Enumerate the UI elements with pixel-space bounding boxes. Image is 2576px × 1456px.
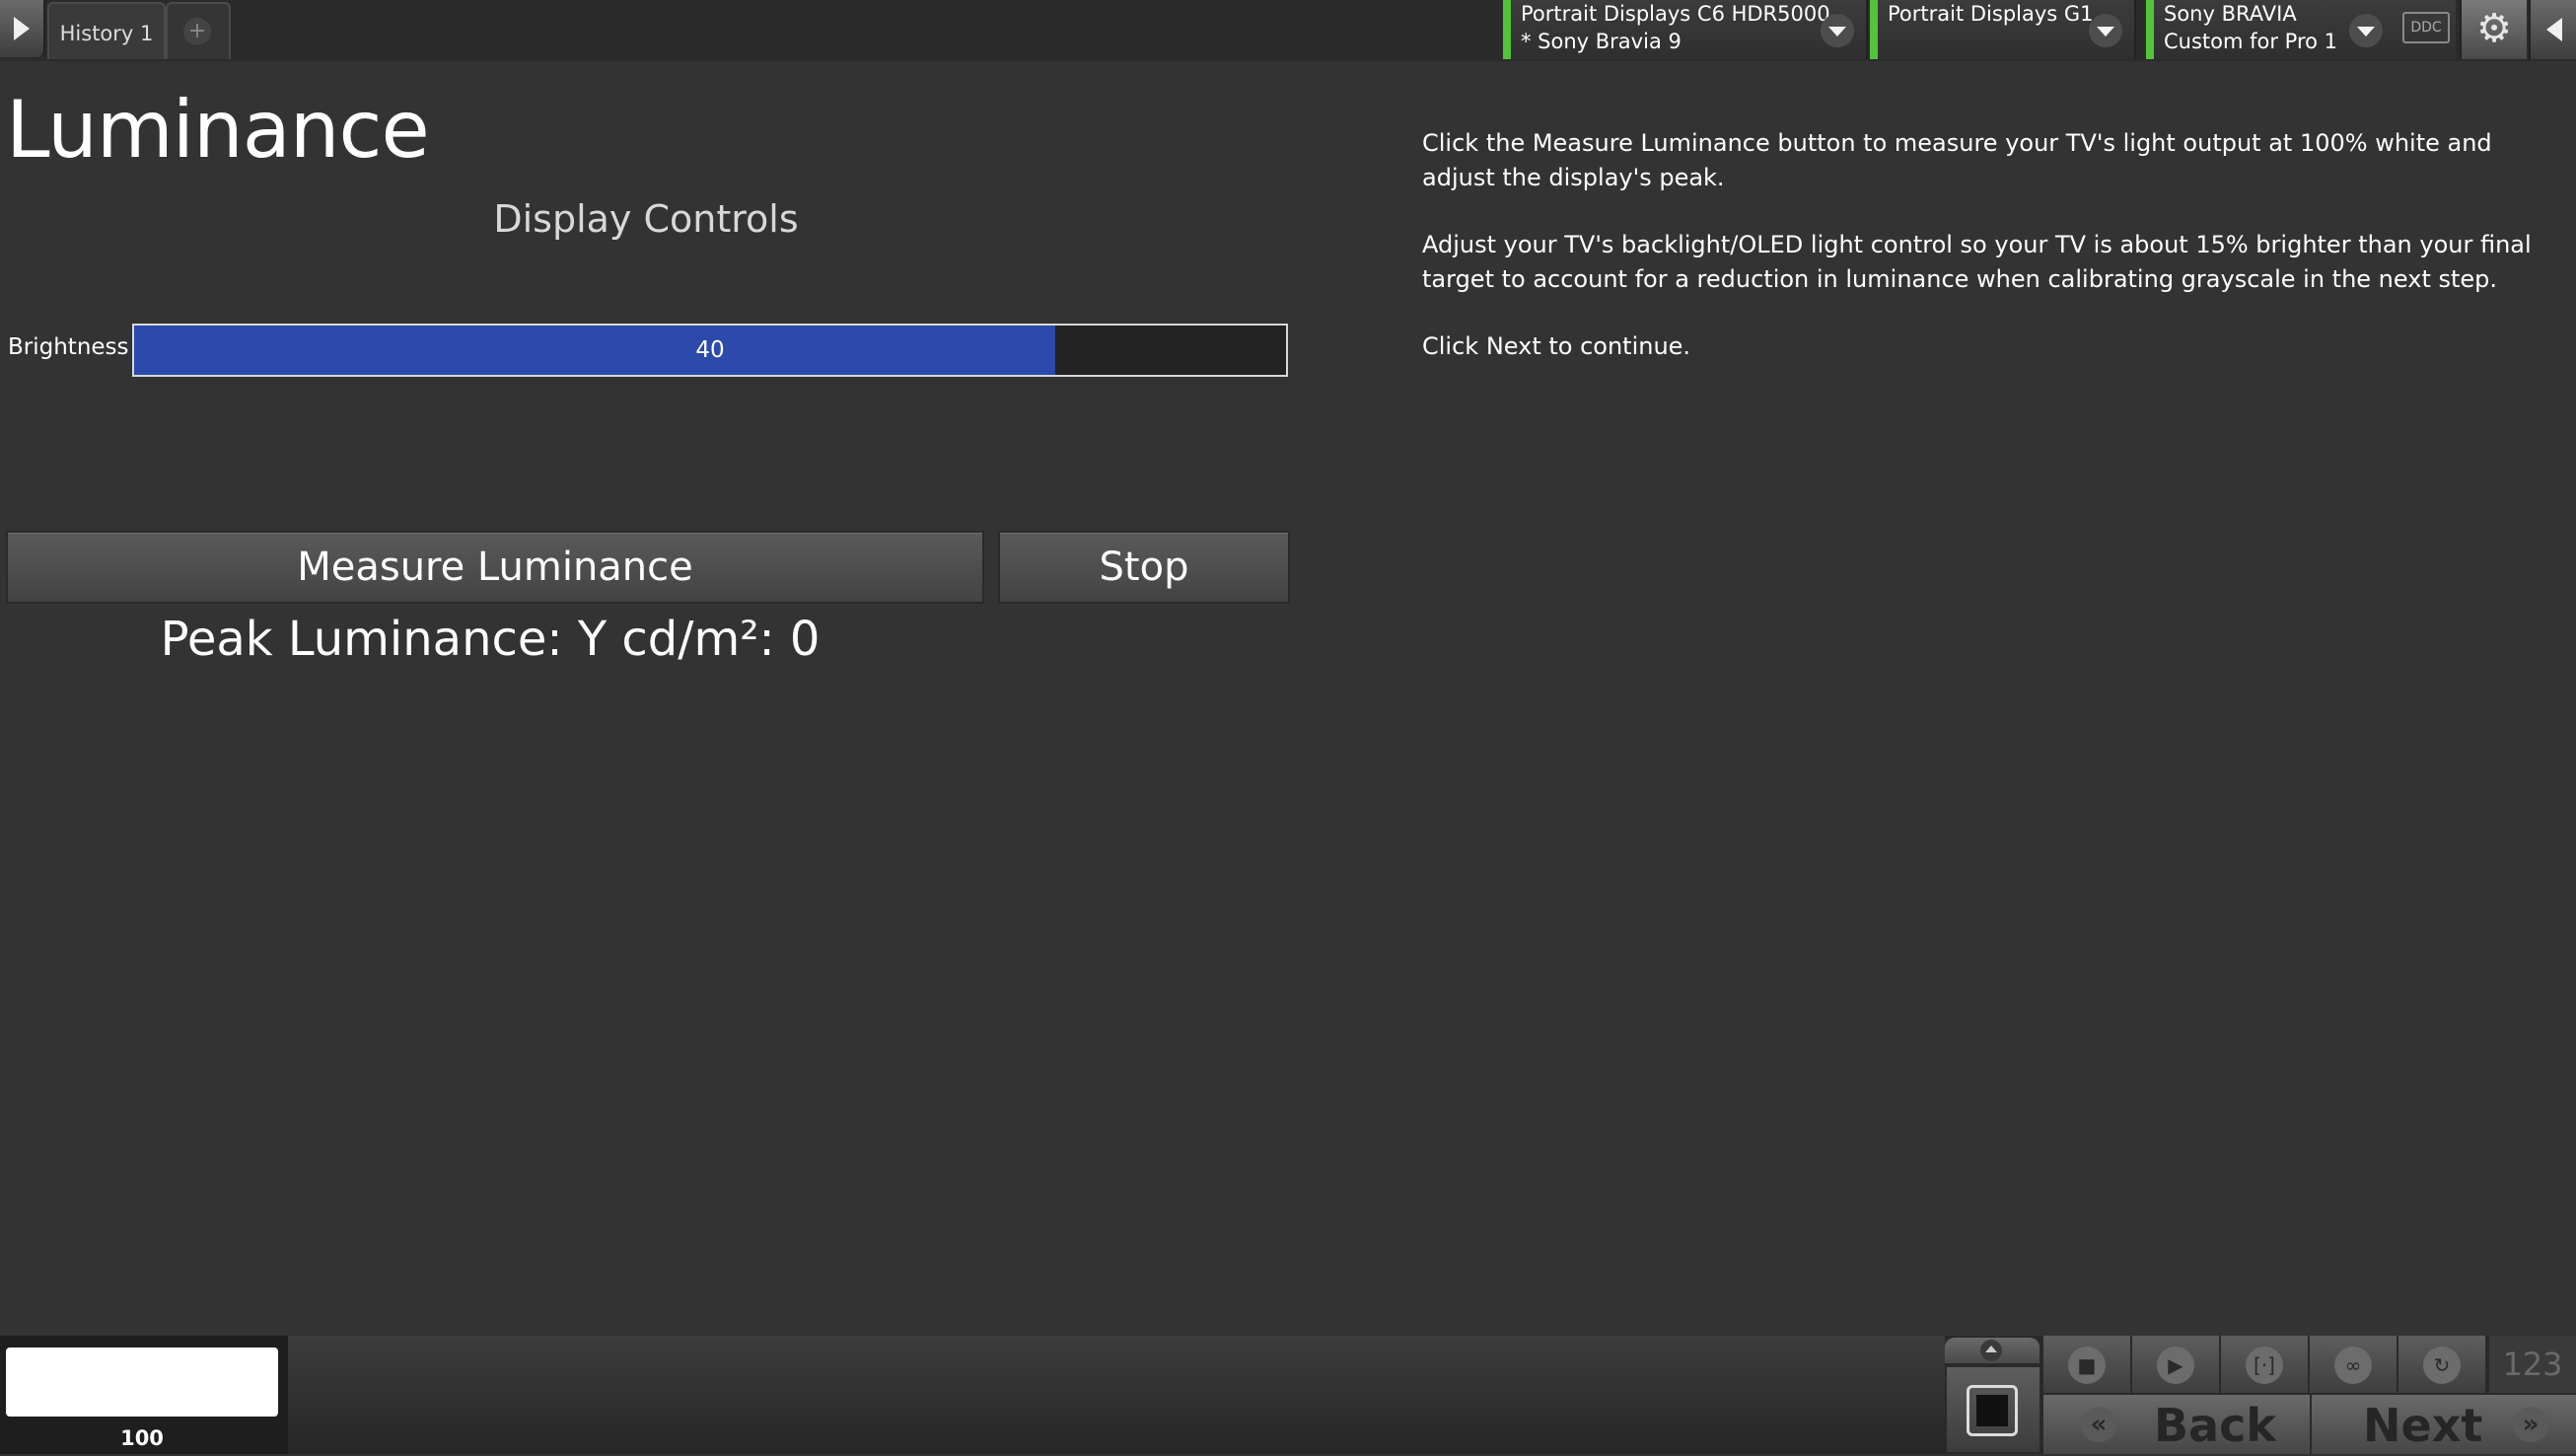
chevron-down-icon[interactable] xyxy=(1821,14,1854,47)
brightness-slider[interactable]: 40 xyxy=(132,324,1288,377)
display-controls-heading: Display Controls xyxy=(493,197,799,241)
play-measure-button[interactable]: ▶ xyxy=(2130,1336,2219,1393)
display-selector[interactable]: Sony BRAVIA Custom for Pro 1 xyxy=(2146,0,2397,59)
peak-luminance-readout: Peak Luminance: Y cd/m²: 0 xyxy=(160,612,821,667)
next-label: Next xyxy=(2363,1399,2483,1452)
top-bar: History 1 + Portrait Displays C6 HDR5000… xyxy=(0,0,2576,61)
expand-up-button[interactable] xyxy=(1945,1338,2039,1363)
meter-name: Portrait Displays C6 HDR5000 xyxy=(1521,2,1830,26)
next-button[interactable]: Next » xyxy=(2310,1395,2576,1454)
gear-icon: ⚙ xyxy=(2476,6,2512,51)
stop-icon: ■ xyxy=(2068,1347,2106,1384)
instruction-text: Adjust your TV's backlight/OLED light co… xyxy=(1422,231,2532,293)
infinity-icon: ∞ xyxy=(2334,1347,2372,1384)
brightness-value: 40 xyxy=(695,337,725,363)
refresh-icon: ↻ xyxy=(2423,1347,2461,1384)
left-arrow-icon xyxy=(2546,18,2562,41)
back-label: Back xyxy=(2154,1399,2276,1452)
plus-icon: + xyxy=(183,18,211,45)
white-pattern-swatch[interactable] xyxy=(6,1347,278,1417)
stop-measure-button[interactable]: ■ xyxy=(2041,1336,2130,1393)
play-icon: ▶ xyxy=(2157,1347,2194,1384)
back-button[interactable]: « Back xyxy=(2041,1395,2310,1454)
settings-button[interactable]: ⚙ xyxy=(2460,0,2527,59)
stop-square-icon xyxy=(1967,1385,2018,1436)
add-tab-button[interactable]: + xyxy=(166,2,231,59)
display-name: Sony BRAVIA xyxy=(2164,2,2297,26)
tab-history-1[interactable]: History 1 xyxy=(47,2,166,59)
counter-display: 123 xyxy=(2489,1336,2576,1393)
repeat-measure-button[interactable]: ↻ xyxy=(2397,1336,2485,1393)
measure-luminance-button[interactable]: Measure Luminance xyxy=(6,531,984,604)
ddc-button[interactable]: DDC xyxy=(2395,0,2456,59)
ddc-monitor-icon: DDC xyxy=(2402,12,2450,43)
step-measure-button[interactable]: [·] xyxy=(2219,1336,2308,1393)
continuous-measure-button[interactable]: ∞ xyxy=(2308,1336,2397,1393)
pattern-level-label: 100 xyxy=(120,1426,164,1450)
step-bracket-icon: [·] xyxy=(2246,1347,2283,1384)
instruction-text: Click Next to continue. xyxy=(1422,332,1691,360)
instruction-text: Click the Measure Luminance button to me… xyxy=(1422,129,2492,191)
meter-selector[interactable]: Portrait Displays C6 HDR5000 * Sony Brav… xyxy=(1503,0,1868,59)
stop-pattern-button[interactable] xyxy=(1947,1367,2039,1452)
page-title: Luminance xyxy=(6,84,430,176)
brightness-label: Brightness xyxy=(8,334,129,360)
display-mode: Custom for Pro 1 xyxy=(2164,30,2338,53)
arrow-up-icon xyxy=(1980,1340,2002,1361)
meter-profile: * Sony Bravia 9 xyxy=(1521,30,1682,53)
double-chevron-right-icon: » xyxy=(2513,1407,2548,1442)
generator-name: Portrait Displays G1 xyxy=(1888,2,2094,26)
instructions-panel: Click the Measure Luminance button to me… xyxy=(1422,126,2556,397)
chevron-down-icon[interactable] xyxy=(2349,14,2383,47)
double-chevron-left-icon: « xyxy=(2081,1407,2116,1442)
collapse-right-button[interactable] xyxy=(2529,0,2576,59)
pattern-generator-selector[interactable]: Portrait Displays G1 xyxy=(1870,0,2136,59)
chevron-down-icon[interactable] xyxy=(2089,14,2122,47)
stop-button[interactable]: Stop xyxy=(998,531,1290,604)
play-arrow-icon xyxy=(14,17,30,40)
expand-left-button[interactable] xyxy=(0,0,45,57)
